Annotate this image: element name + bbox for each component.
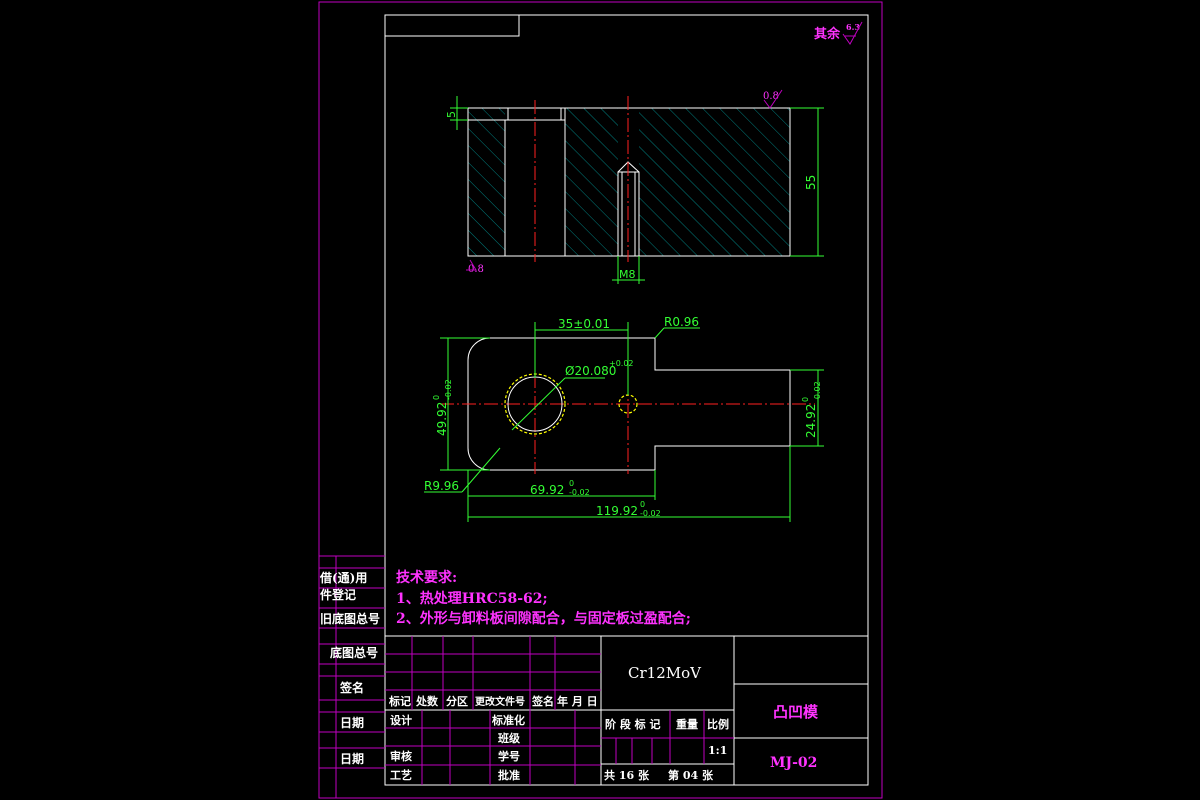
dim-width-mid: 69.92 — [530, 483, 564, 497]
hatch-main-left — [565, 108, 618, 256]
tech-requirements: 技术要求: 1、热处理HRC58-62; 2、外形与卸料板间隙配合，与固定板过盈… — [396, 569, 691, 627]
dim-center-distance: 35±0.01 — [558, 317, 610, 331]
dim-height-left-tol-up: 0 — [432, 395, 441, 400]
side-label-1: 借(通)用 — [319, 570, 367, 585]
scale: 1:1 — [708, 744, 727, 757]
side-label-7: 日期 — [340, 751, 364, 766]
dim-step: 5 — [445, 111, 458, 118]
dim-corner-radius: R0.96 — [664, 315, 699, 329]
roughness-top: 0.8 — [763, 91, 779, 102]
dim-radius-left: R9.96 — [424, 479, 459, 493]
sheet-no: 第 04 张 — [668, 768, 714, 782]
dim-height: 55 — [804, 175, 818, 190]
rev-header-1: 标记 — [388, 694, 411, 708]
dim-height-right: 24.92 — [804, 404, 818, 438]
side-label-5: 签名 — [339, 680, 364, 695]
rev-header-2: 处数 — [415, 694, 439, 708]
rev-header-4: 更改文件号 — [475, 695, 525, 708]
side-label-2: 件登记 — [320, 587, 356, 602]
drawing-no: MJ-02 — [770, 755, 817, 771]
dim-width-mid-tol-up: 0 — [569, 479, 574, 488]
top-view: 35±0.01 R0.96 Ø20.080 +0.02 49.92 0 -0.0… — [424, 315, 824, 522]
surface-note-value: 6.3 — [846, 22, 860, 32]
side-strip: 借(通)用 件登记 旧底图总号 底图总号 签名 日期 日期 — [319, 555, 385, 798]
hatch-step — [468, 108, 505, 120]
material: Cr12MoV — [628, 664, 702, 682]
rev-header-5: 签名 — [531, 694, 554, 708]
corner-box — [384, 14, 520, 37]
role-class: 班级 — [498, 731, 521, 745]
dim-width-total-tol-up: 0 — [640, 500, 645, 509]
tech-item-2: 2、外形与卸料板间隙配合，与固定板过盈配合; — [396, 610, 691, 627]
dim-height-left-tol-dn: -0.02 — [444, 379, 453, 400]
side-label-4: 底图总号 — [330, 645, 378, 660]
dim-width-mid-tol-dn: -0.02 — [569, 488, 590, 497]
tech-title: 技术要求: — [396, 569, 457, 586]
rev-header-6: 年 月 日 — [557, 694, 598, 708]
role-design: 设计 — [390, 713, 412, 727]
dim-height-right-tol-up: 0 — [801, 397, 810, 402]
dim-thread: M8 — [619, 268, 636, 281]
hatch-left — [468, 120, 505, 256]
dim-width-total-tol-dn: -0.02 — [640, 509, 661, 518]
tech-item-1: 1、热处理HRC58-62; — [396, 590, 548, 607]
cad-drawing: 其余 6.3 5 55 M8 0.8 0.8 35±0.01 R0.96 Ø20… — [318, 1, 883, 799]
stage-header-2: 重量 — [676, 717, 698, 731]
sheets-total: 共 16 张 — [604, 768, 650, 782]
role-standard: 标准化 — [491, 713, 525, 727]
hatch-main-right — [639, 108, 790, 256]
front-view: 5 55 M8 0.8 0.8 — [445, 89, 824, 284]
role-student-no: 学号 — [498, 749, 520, 763]
dim-height-left: 49.92 — [435, 402, 449, 436]
side-label-3: 旧底图总号 — [320, 611, 380, 626]
title-block: Cr12MoV 凸凹模 MJ-02 标记 处数 分区 更改文件号 签名 年 月 … — [385, 635, 868, 785]
stage-header-1: 阶 段 标 记 — [605, 717, 661, 731]
stage-header-3: 比例 — [707, 717, 729, 731]
side-label-6: 日期 — [340, 715, 364, 730]
rev-header-3: 分区 — [446, 694, 468, 708]
dim-hole-tol: +0.02 — [609, 359, 634, 368]
role-review: 审核 — [390, 749, 412, 763]
role-approve: 批准 — [498, 768, 520, 782]
dim-width-total: 119.92 — [596, 504, 638, 518]
surface-note: 其余 6.3 — [814, 21, 863, 45]
role-process: 工艺 — [390, 768, 412, 782]
part-name: 凸凹模 — [773, 703, 819, 721]
dim-height-right-tol-dn: -0.02 — [813, 381, 822, 402]
surface-note-label: 其余 — [814, 26, 841, 42]
inner-border — [384, 14, 869, 786]
